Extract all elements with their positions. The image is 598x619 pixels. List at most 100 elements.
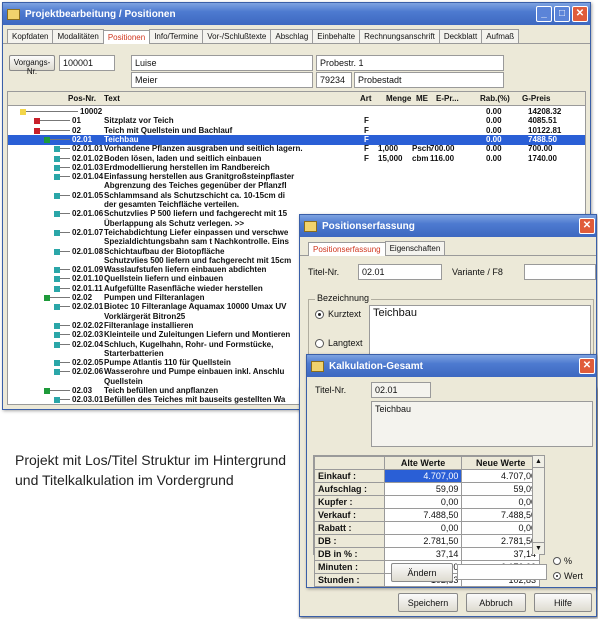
column-header[interactable]: G-Preis — [522, 94, 550, 103]
tree-node-icon[interactable] — [54, 322, 60, 329]
tab-positionen[interactable]: Positionen — [102, 30, 151, 44]
tree-node-icon[interactable] — [54, 276, 60, 283]
tree-node-icon[interactable] — [54, 155, 60, 162]
calc-titlebar[interactable]: Kalkulation-Gesamt ✕ — [307, 355, 596, 377]
tab-modalit-ten[interactable]: Modalitäten — [52, 29, 104, 43]
column-header[interactable]: E-Pr... — [436, 94, 459, 103]
calc-alt-value[interactable]: 37,14 — [383, 547, 463, 561]
tab-kopfdaten[interactable]: Kopfdaten — [7, 29, 54, 43]
tree-node-icon[interactable] — [34, 127, 40, 134]
cell-pos: 02.03.01 — [72, 395, 104, 405]
column-header[interactable]: Text — [104, 94, 120, 103]
calc-neu-value[interactable]: 4.707,00 — [461, 469, 540, 483]
wert-radio[interactable]: Wert — [553, 571, 583, 581]
tree-node-icon[interactable] — [44, 295, 50, 301]
help-button[interactable]: Hilfe — [534, 593, 592, 612]
calc-neu-value[interactable]: 0,00 — [461, 521, 540, 535]
column-header[interactable]: Art — [360, 94, 372, 103]
scroll-up-icon[interactable]: ▲ — [533, 456, 544, 468]
calc-alt-value[interactable]: 7.488,50 — [383, 508, 463, 522]
close-icon[interactable]: ✕ — [579, 358, 595, 374]
kurztext-radio[interactable]: Kurztext — [315, 309, 361, 319]
calc-alt-value[interactable]: 0,00 — [383, 521, 463, 535]
pos-titel-nr-field[interactable]: 02.01 — [358, 264, 442, 280]
calc-alt-value[interactable]: 2.781,50 — [383, 534, 463, 548]
tree-node-icon[interactable] — [54, 360, 60, 367]
aendern-input[interactable] — [457, 564, 547, 580]
tab-einbehalte[interactable]: Einbehalte — [312, 29, 361, 43]
ort-field[interactable]: Probestadt — [354, 72, 504, 88]
calc-scrollbar[interactable]: ▲ ▼ — [532, 456, 544, 554]
calc-neu-value[interactable]: 37,14 — [461, 547, 540, 561]
calc-alt-value[interactable]: 59,09 — [383, 482, 463, 496]
calc-neu-value[interactable]: 59,09 — [461, 482, 540, 496]
tree-node-icon[interactable] — [54, 146, 60, 153]
tree-connector — [50, 297, 70, 298]
tree-node-icon[interactable] — [54, 248, 60, 255]
tree-node-icon[interactable] — [54, 341, 60, 348]
tab-positionserfassung[interactable]: Positionserfassung — [308, 242, 386, 256]
scroll-down-icon[interactable]: ▼ — [533, 542, 544, 554]
tab-info-termine[interactable]: Info/Termine — [149, 29, 204, 43]
calc-title: Kalkulation-Gesamt — [329, 360, 423, 372]
column-header[interactable]: Menge — [386, 94, 411, 103]
tree-node-icon[interactable] — [54, 164, 60, 171]
bezeichnung-textarea[interactable]: Teichbau — [369, 305, 591, 355]
tree-connector — [40, 129, 70, 131]
column-header[interactable]: ME — [416, 94, 428, 103]
save-button[interactable]: Speichern — [398, 593, 458, 612]
projekt-title: Projektbearbeitung / Positionen — [25, 8, 176, 20]
name1-field[interactable]: Luise — [131, 55, 313, 71]
strasse-field[interactable]: Probestr. 1 — [316, 55, 504, 71]
pos-titlebar[interactable]: Positionserfassung ✕ — [300, 215, 596, 237]
tree-node-icon[interactable] — [54, 369, 60, 376]
plz-field[interactable]: 79234 — [316, 72, 352, 88]
tree-node-icon[interactable] — [54, 211, 60, 218]
tree-node-icon[interactable] — [54, 304, 60, 311]
vorgang-nr-button[interactable]: Vorgangs-Nr. — [9, 55, 55, 76]
tree-node-icon[interactable] — [54, 174, 60, 181]
tab-eigenschaften[interactable]: Eigenschaften — [384, 241, 446, 255]
name2-field[interactable]: Meier — [131, 72, 313, 88]
aendern-button[interactable]: Ändern — [391, 563, 453, 582]
calc-neu-value[interactable]: 7.488,50 — [461, 508, 540, 522]
tree-connector — [60, 343, 70, 345]
projekt-titlebar[interactable]: Projektbearbeitung / Positionen _ □ ✕ — [3, 3, 590, 25]
tree-connector — [60, 362, 70, 364]
cancel-button[interactable]: Abbruch — [466, 593, 526, 612]
maximize-icon[interactable]: □ — [554, 6, 570, 22]
tree-node-icon[interactable] — [34, 118, 40, 125]
tab-deckblatt[interactable]: Deckblatt — [438, 29, 483, 43]
calc-alt-value[interactable]: 4.707,00 — [383, 469, 463, 483]
tree-node-icon[interactable] — [54, 332, 60, 339]
langtext-radio[interactable]: Langtext — [315, 338, 363, 348]
calc-neu-value[interactable]: 2.781,50 — [461, 534, 540, 548]
percent-radio[interactable]: % — [553, 556, 572, 566]
variante-select[interactable] — [524, 264, 596, 280]
tree-node-icon[interactable] — [54, 267, 60, 274]
tree-node-icon[interactable] — [44, 388, 50, 394]
column-header[interactable]: Pos-Nr. — [68, 94, 96, 103]
tree-node-icon[interactable] — [54, 229, 60, 236]
tree-connector — [60, 157, 70, 159]
tree-node-icon[interactable] — [54, 192, 60, 199]
tree-node-icon[interactable] — [44, 136, 50, 143]
close-icon[interactable]: ✕ — [572, 6, 588, 22]
column-header[interactable]: Rab.(%) — [480, 94, 510, 103]
close-icon[interactable]: ✕ — [579, 218, 595, 234]
tree-node-icon[interactable] — [20, 109, 26, 115]
tree-node-icon[interactable] — [54, 285, 60, 292]
tab-vor-schlu-texte[interactable]: Vor-/Schlußtexte — [202, 29, 272, 43]
calc-neu-value[interactable]: 0,00 — [461, 495, 540, 509]
calc-row-label: Verkauf : — [314, 508, 385, 522]
col-alt-werte: Alte Werte — [383, 456, 463, 470]
vorgang-nr-field[interactable]: 100001 — [59, 55, 115, 71]
minimize-icon[interactable]: _ — [536, 6, 552, 22]
tree-node-icon[interactable] — [54, 397, 60, 404]
tab-rechnungsanschrift[interactable]: Rechnungsanschrift — [359, 29, 440, 43]
calc-alt-value[interactable]: 0,00 — [383, 495, 463, 509]
calc-row: Rabatt :0,00 0,00 — [314, 521, 540, 535]
calc-row: Aufschlag :59,09 59,09 — [314, 482, 540, 496]
tab-aufma-[interactable]: Aufmaß — [481, 29, 520, 43]
tab-abschlag[interactable]: Abschlag — [270, 29, 314, 43]
